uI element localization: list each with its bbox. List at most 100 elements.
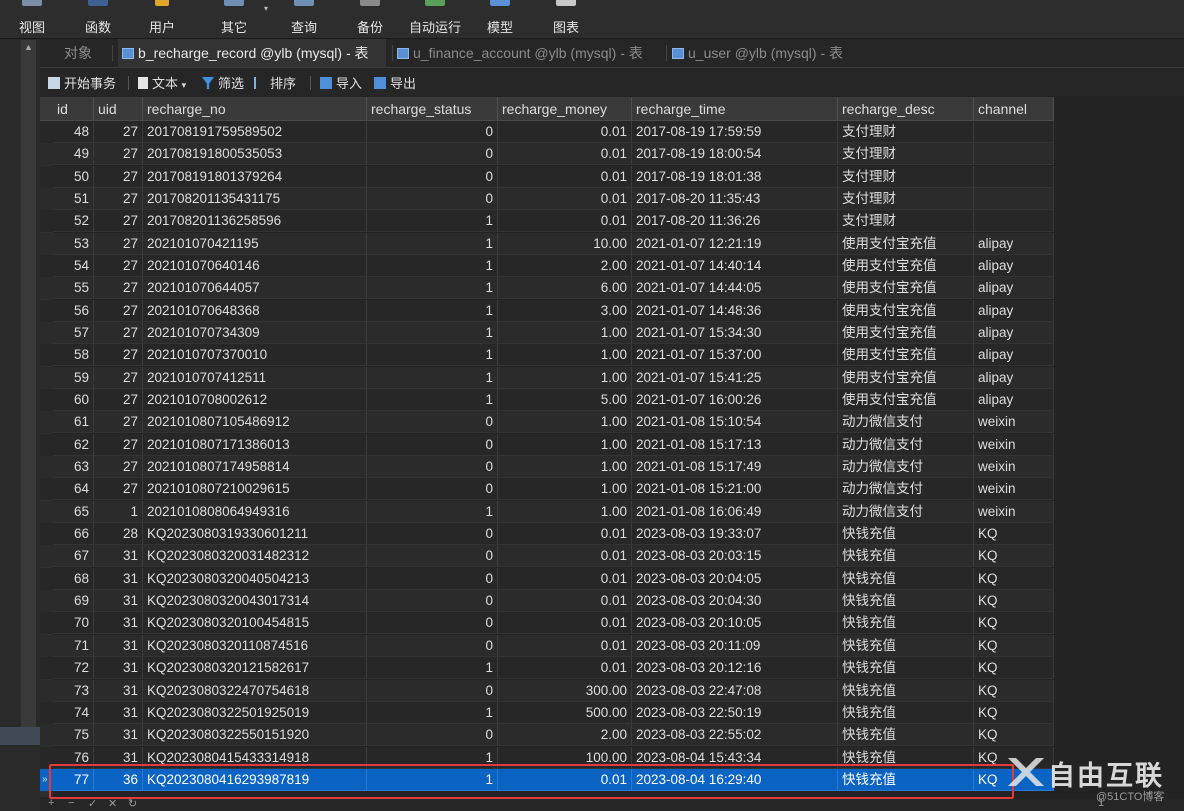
cell-recharge-money[interactable]: 0.01 [498, 657, 632, 680]
cell-uid[interactable]: 27 [94, 210, 143, 233]
cell-recharge-status[interactable]: 0 [367, 121, 498, 143]
table-row[interactable]: 59 27 2021010707412511 1 1.00 2021-01-07 15:4… [40, 366, 1054, 389]
cell-channel[interactable] [974, 188, 1054, 211]
cell-recharge-time[interactable]: 2017-08-19 18:01:38 [632, 165, 838, 188]
cell-recharge-status[interactable]: 1 [367, 322, 498, 345]
cell-id[interactable]: 58 [53, 344, 94, 367]
cell-recharge-desc[interactable]: 快钱充值 [838, 612, 974, 635]
table-row[interactable]: 50 27 201708191801379264 0 0.01 2017-08-19 18… [40, 165, 1054, 188]
ribbon-user-button[interactable]: 用户 [144, 0, 180, 38]
cell-recharge-time[interactable]: 2023-08-03 19:33:07 [632, 523, 838, 546]
cell-id[interactable]: 61 [53, 411, 94, 434]
cell-recharge-no[interactable]: KQ2023080320100454815 [143, 612, 367, 635]
cell-recharge-time[interactable]: 2021-01-07 14:44:05 [632, 277, 838, 300]
cell-recharge-time[interactable]: 2021-01-08 15:10:54 [632, 411, 838, 434]
cell-recharge-desc[interactable]: 使用支付宝充值 [838, 277, 974, 300]
cell-recharge-time[interactable]: 2023-08-03 20:04:05 [632, 567, 838, 590]
ribbon-other-button[interactable]: 其它 [216, 0, 252, 38]
cell-recharge-money[interactable]: 10.00 [498, 232, 632, 255]
cell-recharge-desc[interactable]: 动力微信支付 [838, 500, 974, 523]
table-row[interactable]: 65 1 2021010808064949316 1 1.00 2021-01-08 16… [40, 500, 1054, 523]
table-row[interactable]: 69 31 KQ2023080320043017314 0 0.01 2023-08-03… [40, 590, 1054, 613]
cell-recharge-no[interactable]: 202101070648368 [143, 299, 367, 322]
cell-channel[interactable]: KQ [974, 724, 1054, 747]
cell-uid[interactable]: 31 [94, 724, 143, 747]
ribbon-function-button[interactable]: 函数 [80, 0, 116, 38]
table-row[interactable]: 64 27 2021010807210029615 0 1.00 2021-01-08 1… [40, 478, 1054, 501]
cell-uid[interactable]: 27 [94, 322, 143, 345]
cell-recharge-no[interactable]: 2021010707370010 [143, 344, 367, 367]
cell-uid[interactable]: 27 [94, 344, 143, 367]
column-header-recharge-desc[interactable]: recharge_desc [838, 97, 974, 120]
cell-recharge-desc[interactable]: 使用支付宝充值 [838, 255, 974, 278]
ribbon-view-button[interactable]: 视图 [14, 0, 50, 38]
cell-recharge-time[interactable]: 2017-08-20 11:35:43 [632, 188, 838, 211]
cell-recharge-no[interactable]: 2021010808064949316 [143, 500, 367, 523]
cell-uid[interactable]: 31 [94, 612, 143, 635]
cell-recharge-time[interactable]: 2021-01-07 12:21:19 [632, 232, 838, 255]
sort-button[interactable]: 排序 [254, 68, 296, 96]
cell-recharge-money[interactable]: 0.01 [498, 567, 632, 590]
cell-recharge-money[interactable]: 3.00 [498, 299, 632, 322]
cell-recharge-status[interactable]: 1 [367, 299, 498, 322]
cell-recharge-no[interactable]: 202101070734309 [143, 322, 367, 345]
cell-recharge-no[interactable]: 2021010807174958814 [143, 456, 367, 479]
cell-recharge-money[interactable]: 5.00 [498, 389, 632, 412]
delete-record-icon[interactable]: − [68, 797, 74, 809]
cell-channel[interactable] [974, 121, 1054, 143]
cell-recharge-money[interactable]: 0.01 [498, 143, 632, 166]
cell-id[interactable]: 69 [53, 590, 94, 613]
cell-uid[interactable]: 28 [94, 523, 143, 546]
cell-recharge-no[interactable]: KQ2023080320031482312 [143, 545, 367, 568]
cell-recharge-no[interactable]: KQ2023080319330601211 [143, 523, 367, 546]
cell-recharge-money[interactable]: 1.00 [498, 322, 632, 345]
cell-recharge-money[interactable]: 0.01 [498, 523, 632, 546]
cell-uid[interactable]: 31 [94, 567, 143, 590]
begin-transaction-button[interactable]: 开始事务 [48, 68, 116, 96]
table-row[interactable]: 60 27 2021010708002612 1 5.00 2021-01-07 16:0… [40, 389, 1054, 412]
cell-recharge-money[interactable]: 0.01 [498, 121, 632, 143]
cell-uid[interactable]: 31 [94, 590, 143, 613]
cell-recharge-money[interactable]: 0.01 [498, 210, 632, 233]
table-row[interactable]: 71 31 KQ2023080320110874516 0 0.01 2023-08-03… [40, 634, 1054, 657]
table-row[interactable]: 63 27 2021010807174958814 0 1.00 2021-01-08 1… [40, 456, 1054, 479]
cell-recharge-money[interactable]: 0.01 [498, 612, 632, 635]
cell-recharge-desc[interactable]: 快钱充值 [838, 567, 974, 590]
navigation-selected-item[interactable] [0, 727, 40, 745]
cell-recharge-desc[interactable]: 支付理财 [838, 210, 974, 233]
cell-uid[interactable]: 31 [94, 545, 143, 568]
cell-recharge-no[interactable]: KQ2023080322470754618 [143, 679, 367, 702]
cell-id[interactable]: 54 [53, 255, 94, 278]
cell-channel[interactable]: weixin [974, 500, 1054, 523]
cell-id[interactable]: 51 [53, 188, 94, 211]
cell-recharge-status[interactable]: 1 [367, 232, 498, 255]
cell-channel[interactable]: alipay [974, 299, 1054, 322]
cell-recharge-money[interactable]: 1.00 [498, 500, 632, 523]
cell-id[interactable]: 62 [53, 433, 94, 456]
cell-uid[interactable]: 27 [94, 121, 143, 143]
cell-recharge-no[interactable]: KQ2023080320121582617 [143, 657, 367, 680]
other-dropdown-caret-icon[interactable]: ▾ [264, 4, 268, 13]
cell-recharge-desc[interactable]: 使用支付宝充值 [838, 389, 974, 412]
cell-channel[interactable]: weixin [974, 411, 1054, 434]
cell-recharge-money[interactable]: 1.00 [498, 478, 632, 501]
filter-button[interactable]: 筛选 [202, 68, 244, 96]
tab-u-finance-account[interactable]: u_finance_account @ylb (mysql) - 表 [397, 39, 643, 67]
cell-recharge-status[interactable]: 0 [367, 478, 498, 501]
cell-uid[interactable]: 27 [94, 389, 143, 412]
cell-recharge-time[interactable]: 2023-08-03 20:10:05 [632, 612, 838, 635]
cell-id[interactable]: 60 [53, 389, 94, 412]
cell-recharge-status[interactable]: 0 [367, 590, 498, 613]
cell-channel[interactable]: KQ [974, 590, 1054, 613]
table-row[interactable]: 52 27 201708201136258596 1 0.01 2017-08-20 11… [40, 210, 1054, 233]
cell-recharge-desc[interactable]: 快钱充值 [838, 634, 974, 657]
cell-recharge-status[interactable]: 0 [367, 433, 498, 456]
cell-channel[interactable] [974, 143, 1054, 166]
cell-recharge-time[interactable]: 2023-08-03 22:47:08 [632, 679, 838, 702]
ribbon-autorun-button[interactable]: 自动运行 [404, 0, 466, 38]
scroll-up-icon[interactable]: ▲ [21, 40, 36, 54]
cell-id[interactable]: 49 [53, 143, 94, 166]
cell-id[interactable]: 55 [53, 277, 94, 300]
table-row[interactable]: 74 31 KQ2023080322501925019 1 500.00 2023-08-… [40, 701, 1054, 724]
cell-recharge-no[interactable]: 2021010807171386013 [143, 433, 367, 456]
